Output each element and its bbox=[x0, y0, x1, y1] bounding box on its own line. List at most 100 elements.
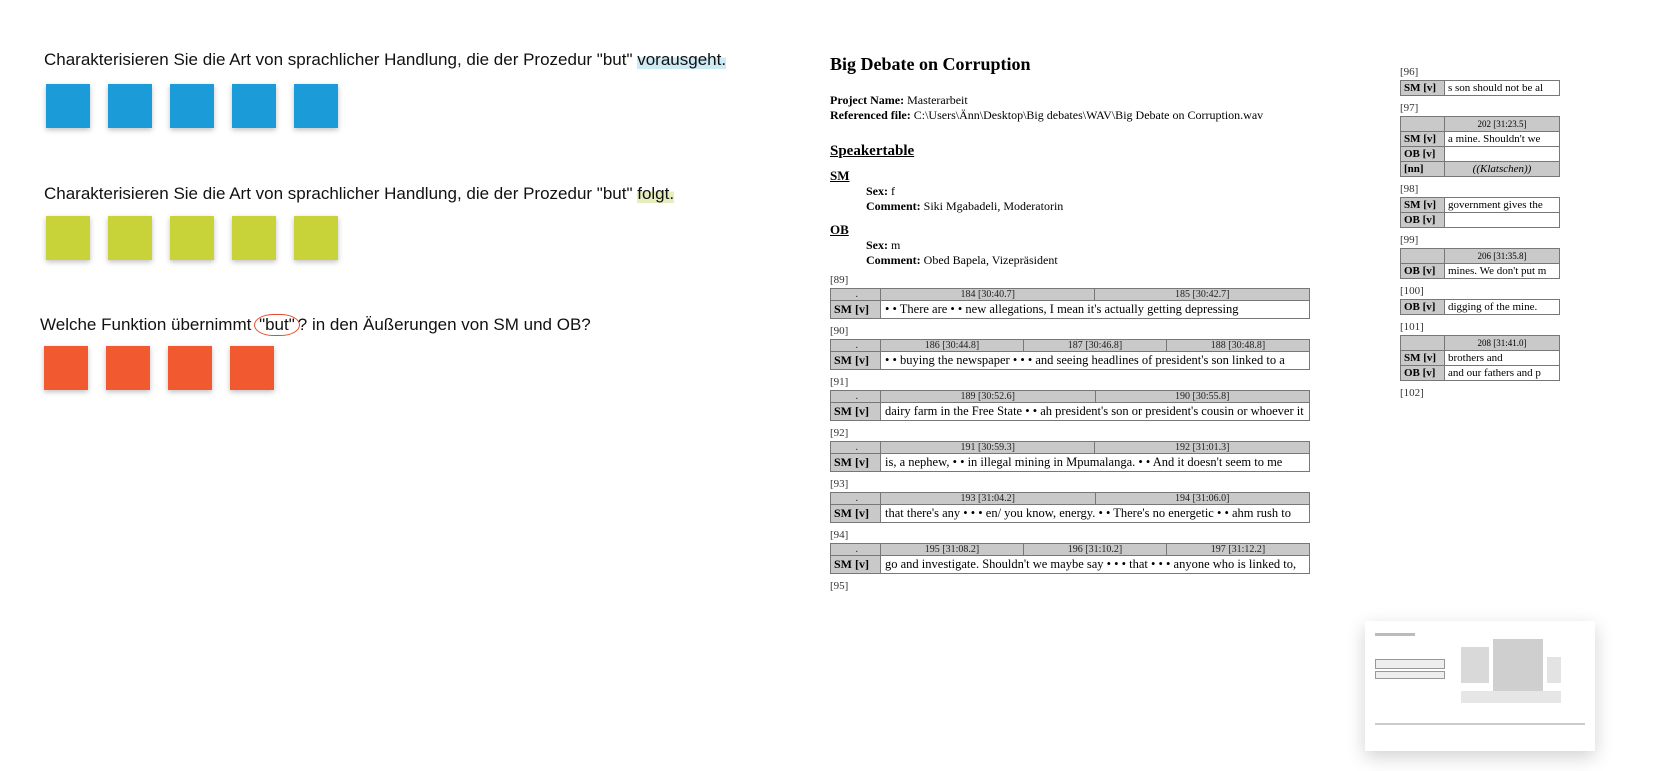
segment-number: [97] bbox=[1400, 102, 1570, 114]
sticky-note-orange[interactable] bbox=[106, 346, 150, 390]
sticky-note-blue[interactable] bbox=[294, 84, 338, 128]
sticky-row-1 bbox=[46, 84, 338, 128]
speakertable-heading: Speakertable bbox=[830, 143, 1330, 160]
sticky-note-blue[interactable] bbox=[170, 84, 214, 128]
sticky-note-blue[interactable] bbox=[108, 84, 152, 128]
sticky-note-blue[interactable] bbox=[46, 84, 90, 128]
segment-number: [90] bbox=[830, 325, 1330, 337]
time-stamp: 187 [30:46.8] bbox=[1024, 340, 1167, 352]
tier-label: SM [v] bbox=[831, 505, 881, 523]
question-1: Charakterisieren Sie die Art von sprachl… bbox=[44, 50, 726, 70]
tier-table: 206 [31:35.8]OB [v]mines. We don't put m bbox=[1400, 248, 1560, 279]
time-stamp: 208 [31:41.0] bbox=[1445, 336, 1560, 351]
time-stamp: 193 [31:04.2] bbox=[881, 493, 1096, 505]
tier-content: government gives the bbox=[1445, 198, 1560, 213]
segment-number: [95] bbox=[830, 580, 1330, 592]
tier-table: 208 [31:41.0]SM [v]brothers andOB [v]and… bbox=[1400, 335, 1560, 381]
tier-table: 202 [31:23.5]SM [v]a mine. Shouldn't weO… bbox=[1400, 116, 1560, 177]
tier-content: ((Klatschen)) bbox=[1445, 162, 1560, 177]
tier-content: that there's any • • • en/ you know, ene… bbox=[881, 505, 1310, 523]
q3-circle: "but" bbox=[254, 314, 300, 336]
segment-number: [99] bbox=[1400, 234, 1570, 246]
sticky-note-yellow[interactable] bbox=[232, 216, 276, 260]
speaker-SM-abbr: SM bbox=[830, 168, 1330, 184]
time-stamp: 188 [30:48.8] bbox=[1167, 340, 1310, 352]
tier-table: .186 [30:44.8]187 [30:46.8]188 [30:48.8]… bbox=[830, 339, 1310, 370]
tier-label: SM [v] bbox=[1401, 132, 1445, 147]
sticky-note-blue[interactable] bbox=[232, 84, 276, 128]
tier-table: .189 [30:52.6]190 [30:55.8]SM [v]dairy f… bbox=[830, 390, 1310, 421]
segment-number: [98] bbox=[1400, 183, 1570, 195]
time-stamp: 185 [30:42.7] bbox=[1095, 289, 1310, 301]
time-stamp: 194 [31:06.0] bbox=[1095, 493, 1310, 505]
tier-label: SM [v] bbox=[831, 556, 881, 574]
time-stamp: 195 [31:08.2] bbox=[881, 544, 1024, 556]
tier-label: OB [v] bbox=[1401, 213, 1445, 228]
q3-text-pre: Welche Funktion übernimmt bbox=[40, 315, 256, 334]
tier-content: is, a nephew, • • in illegal mining in M… bbox=[881, 454, 1310, 472]
tier-content: brothers and bbox=[1445, 351, 1560, 366]
tier-table: .191 [30:59.3]192 [31:01.3]SM [v]is, a n… bbox=[830, 441, 1310, 472]
segment-number: [101] bbox=[1400, 321, 1570, 333]
q1-text-pre: Charakterisieren Sie die Art von sprachl… bbox=[44, 50, 637, 69]
tier-content: mines. We don't put m bbox=[1445, 264, 1560, 279]
segment-number: [96] bbox=[1400, 66, 1570, 78]
thumbnail-content bbox=[1371, 627, 1589, 745]
speaker-SM-sex: Sex: f bbox=[866, 184, 1330, 199]
time-stamp: 191 [30:59.3] bbox=[881, 442, 1095, 454]
sticky-note-orange[interactable] bbox=[44, 346, 88, 390]
tier-content: digging of the mine. bbox=[1445, 300, 1560, 315]
speaker-OB-comment: Comment: Obed Bapela, Vizepräsident bbox=[866, 253, 1330, 268]
sticky-row-3 bbox=[44, 346, 274, 390]
tier-label: SM [v] bbox=[1401, 351, 1445, 366]
sticky-note-yellow[interactable] bbox=[108, 216, 152, 260]
sticky-note-orange[interactable] bbox=[168, 346, 212, 390]
sticky-note-yellow[interactable] bbox=[46, 216, 90, 260]
sticky-note-orange[interactable] bbox=[230, 346, 274, 390]
segment-number: [94] bbox=[830, 529, 1330, 541]
tier-label: SM [v] bbox=[1401, 198, 1445, 213]
sticky-note-yellow[interactable] bbox=[170, 216, 214, 260]
tier-table: SM [v]s son should not be al bbox=[1400, 80, 1560, 96]
tier-content bbox=[1445, 147, 1560, 162]
tier-content bbox=[1445, 213, 1560, 228]
tier-label: SM [v] bbox=[831, 352, 881, 370]
q3-text-post: ? in den Äußerungen von SM und OB? bbox=[298, 315, 591, 334]
q2-text-pre: Charakterisieren Sie die Art von sprachl… bbox=[44, 184, 637, 203]
doc-title: Big Debate on Corruption bbox=[830, 54, 1330, 75]
sticky-row-2 bbox=[46, 216, 338, 260]
tier-table: SM [v]government gives theOB [v] bbox=[1400, 197, 1560, 228]
transcript-segments: [89] .184 [30:40.7]185 [30:42.7]SM [v]• … bbox=[830, 274, 1330, 592]
tier-table: .184 [30:40.7]185 [30:42.7]SM [v]• • The… bbox=[830, 288, 1310, 319]
overview-thumbnail[interactable] bbox=[1365, 621, 1595, 751]
time-stamp: 206 [31:35.8] bbox=[1445, 249, 1560, 264]
tier-content: dairy farm in the Free State • • ah pres… bbox=[881, 403, 1310, 421]
question-3: Welche Funktion übernimmt "but"? in den … bbox=[40, 314, 591, 336]
tier-label: SM [v] bbox=[831, 301, 881, 319]
tier-table: .193 [31:04.2]194 [31:06.0]SM [v]that th… bbox=[830, 492, 1310, 523]
sticky-note-yellow[interactable] bbox=[294, 216, 338, 260]
tier-table: .195 [31:08.2]196 [31:10.2]197 [31:12.2]… bbox=[830, 543, 1310, 574]
tier-label: OB [v] bbox=[1401, 264, 1445, 279]
tier-content: and our fathers and p bbox=[1445, 366, 1560, 381]
segment-number: [93] bbox=[830, 478, 1330, 490]
tier-content: s son should not be al bbox=[1445, 81, 1560, 96]
question-2: Charakterisieren Sie die Art von sprachl… bbox=[44, 184, 674, 204]
transcript-document-col2[interactable]: [96]SM [v]s son should not be al[97] 202… bbox=[1400, 60, 1570, 401]
segment-number: [92] bbox=[830, 427, 1330, 439]
segment-number: [102] bbox=[1400, 387, 1570, 399]
time-stamp: 197 [31:12.2] bbox=[1167, 544, 1310, 556]
tier-label: OB [v] bbox=[1401, 300, 1445, 315]
tier-content: go and investigate. Shouldn't we maybe s… bbox=[881, 556, 1310, 574]
time-stamp: 196 [31:10.2] bbox=[1024, 544, 1167, 556]
speaker-OB-abbr: OB bbox=[830, 222, 1330, 238]
tier-table: OB [v]digging of the mine. bbox=[1400, 299, 1560, 315]
transcript-document[interactable]: Big Debate on Corruption Project Name: M… bbox=[830, 54, 1330, 594]
doc-meta-reffile: Referenced file: C:\Users\Änn\Desktop\Bi… bbox=[830, 108, 1330, 123]
tier-label: SM [v] bbox=[831, 403, 881, 421]
tier-label: OB [v] bbox=[1401, 366, 1445, 381]
time-stamp: 184 [30:40.7] bbox=[881, 289, 1095, 301]
speaker-SM-comment: Comment: Siki Mgabadeli, Moderatorin bbox=[866, 199, 1330, 214]
segment-number: [91] bbox=[830, 376, 1330, 388]
segment-number: [100] bbox=[1400, 285, 1570, 297]
